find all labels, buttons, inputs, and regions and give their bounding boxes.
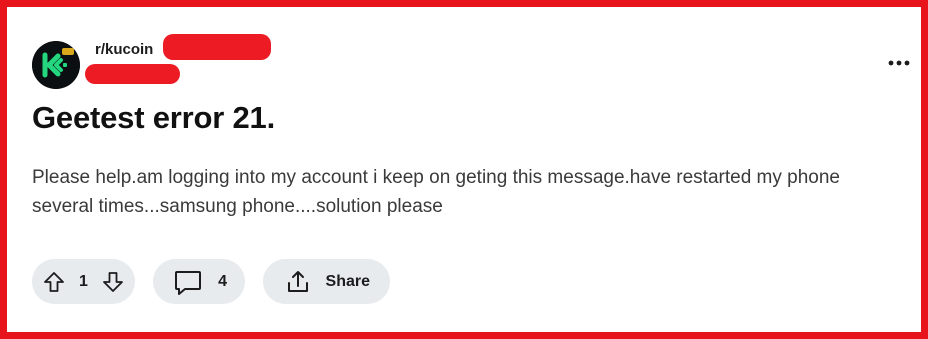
- post-title[interactable]: Geetest error 21.: [32, 100, 275, 136]
- share-label: Share: [325, 272, 370, 290]
- comments-button[interactable]: 4: [153, 259, 245, 304]
- more-options-button[interactable]: [884, 52, 914, 74]
- subreddit-avatar[interactable]: [32, 41, 80, 89]
- share-button[interactable]: Share: [263, 259, 390, 304]
- redaction-mark: [163, 34, 271, 60]
- downvote-arrow-icon: [103, 271, 123, 292]
- vote-bar: 1: [32, 259, 135, 304]
- more-options-icon: [888, 60, 910, 66]
- post-card: r/kucoin Geetest error 21. Please help.a…: [0, 0, 928, 339]
- comment-count: 4: [218, 272, 227, 290]
- subreddit-name[interactable]: r/kucoin: [95, 41, 153, 58]
- share-icon: [285, 269, 311, 295]
- redaction-mark: [85, 64, 180, 84]
- post-body: Please help.am logging into my account i…: [32, 167, 840, 217]
- downvote-button[interactable]: [101, 270, 125, 294]
- vote-count: 1: [79, 272, 88, 290]
- comment-bubble-icon: [173, 268, 203, 296]
- kucoin-logo-icon: [32, 41, 80, 89]
- upvote-arrow-icon: [44, 271, 64, 292]
- upvote-button[interactable]: [42, 270, 66, 294]
